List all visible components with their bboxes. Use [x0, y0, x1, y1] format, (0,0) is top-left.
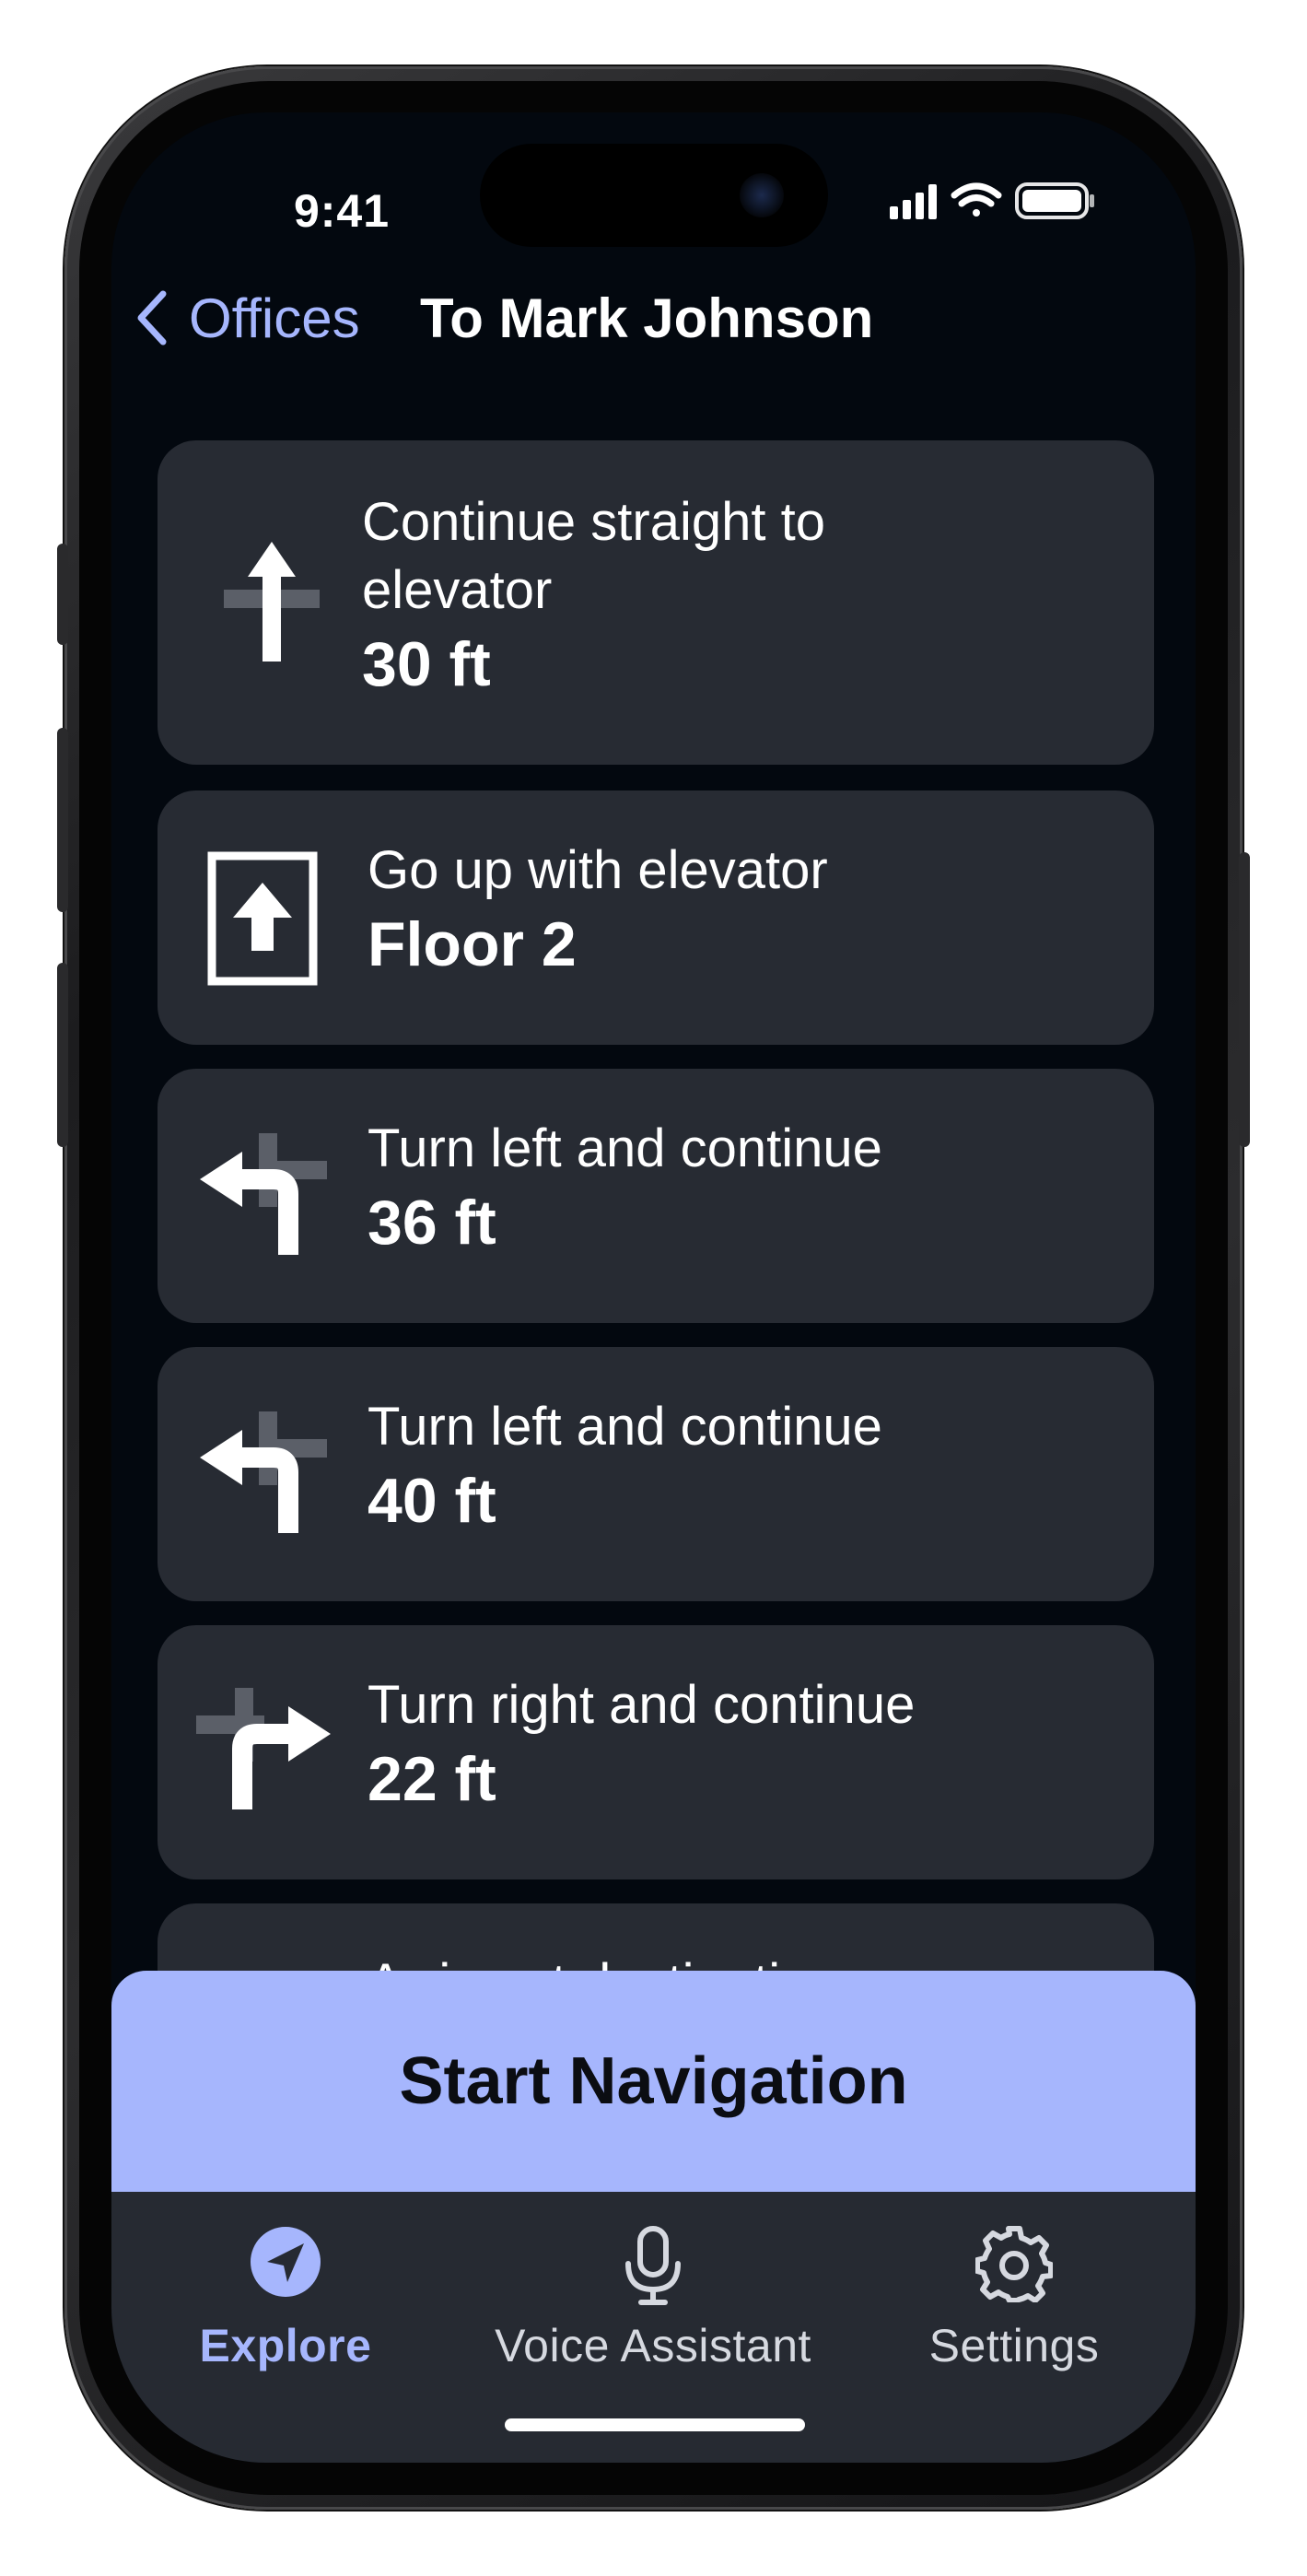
tab-settings-label: Settings — [928, 2320, 1100, 2371]
cellular-signal-icon — [890, 184, 937, 219]
chevron-left-icon — [137, 290, 167, 345]
side-button-power — [1239, 852, 1250, 1147]
step-instruction: Turn right and continue — [368, 1675, 916, 1735]
tab-settings[interactable]: Settings — [834, 2192, 1195, 2395]
step-instruction: Turn left and continue — [368, 1397, 882, 1457]
wifi-icon — [951, 182, 1002, 217]
tab-explore-label: Explore — [199, 2320, 372, 2371]
status-time: 9:41 — [293, 185, 391, 237]
step-instruction: Turn left and continue — [368, 1118, 882, 1178]
tab-voice-assistant-label: Voice Assistant — [495, 2320, 811, 2371]
step-distance: Floor 2 — [368, 909, 577, 979]
straight-arrow-icon — [224, 542, 320, 662]
step-card[interactable]: Turn left and continue 36 ft — [158, 1069, 1154, 1323]
step-distance: 40 ft — [368, 1466, 496, 1536]
step-card[interactable]: Go up with elevator Floor 2 — [158, 790, 1154, 1045]
step-distance: 36 ft — [368, 1188, 496, 1258]
side-button-volume-up — [57, 728, 68, 912]
battery-icon — [1015, 182, 1094, 219]
start-navigation-button[interactable]: Start Navigation — [111, 1971, 1196, 2192]
dynamic-island — [480, 144, 828, 247]
back-label: Offices — [189, 287, 360, 349]
status-icons — [888, 173, 1100, 225]
step-distance: 30 ft — [362, 629, 491, 699]
camera-lens-icon — [740, 173, 784, 217]
turn-left-icon — [200, 1133, 327, 1255]
back-button[interactable]: Offices — [134, 276, 360, 359]
step-card[interactable]: Turn left and continue 40 ft — [158, 1347, 1154, 1601]
gear-icon — [975, 2226, 1053, 2302]
microphone-icon — [625, 2226, 681, 2305]
tab-explore[interactable]: Explore — [111, 2192, 466, 2395]
step-distance: 22 ft — [368, 1744, 496, 1814]
page-title: To Mark Johnson — [420, 287, 874, 349]
navigation-arrow-icon — [251, 2227, 321, 2297]
start-navigation-label: Start Navigation — [399, 2044, 908, 2118]
elevator-up-icon — [207, 851, 318, 986]
step-card[interactable]: Turn right and continue 22 ft — [158, 1625, 1154, 1879]
side-button-volume-down — [57, 963, 68, 1147]
app-screen: 9:41 Offices To Mark Johnson Continue st… — [111, 112, 1196, 2463]
turn-left-icon — [200, 1411, 327, 1533]
step-card[interactable]: Continue straight to elevator 30 ft — [158, 440, 1154, 765]
side-button-action — [57, 544, 68, 645]
home-indicator[interactable] — [505, 2418, 805, 2431]
tab-voice-assistant[interactable]: Voice Assistant — [473, 2192, 834, 2395]
step-instruction: elevator — [362, 560, 553, 620]
step-instruction: Go up with elevator — [368, 840, 828, 900]
step-instruction: Continue straight to — [362, 492, 825, 552]
turn-right-icon — [196, 1688, 331, 1809]
